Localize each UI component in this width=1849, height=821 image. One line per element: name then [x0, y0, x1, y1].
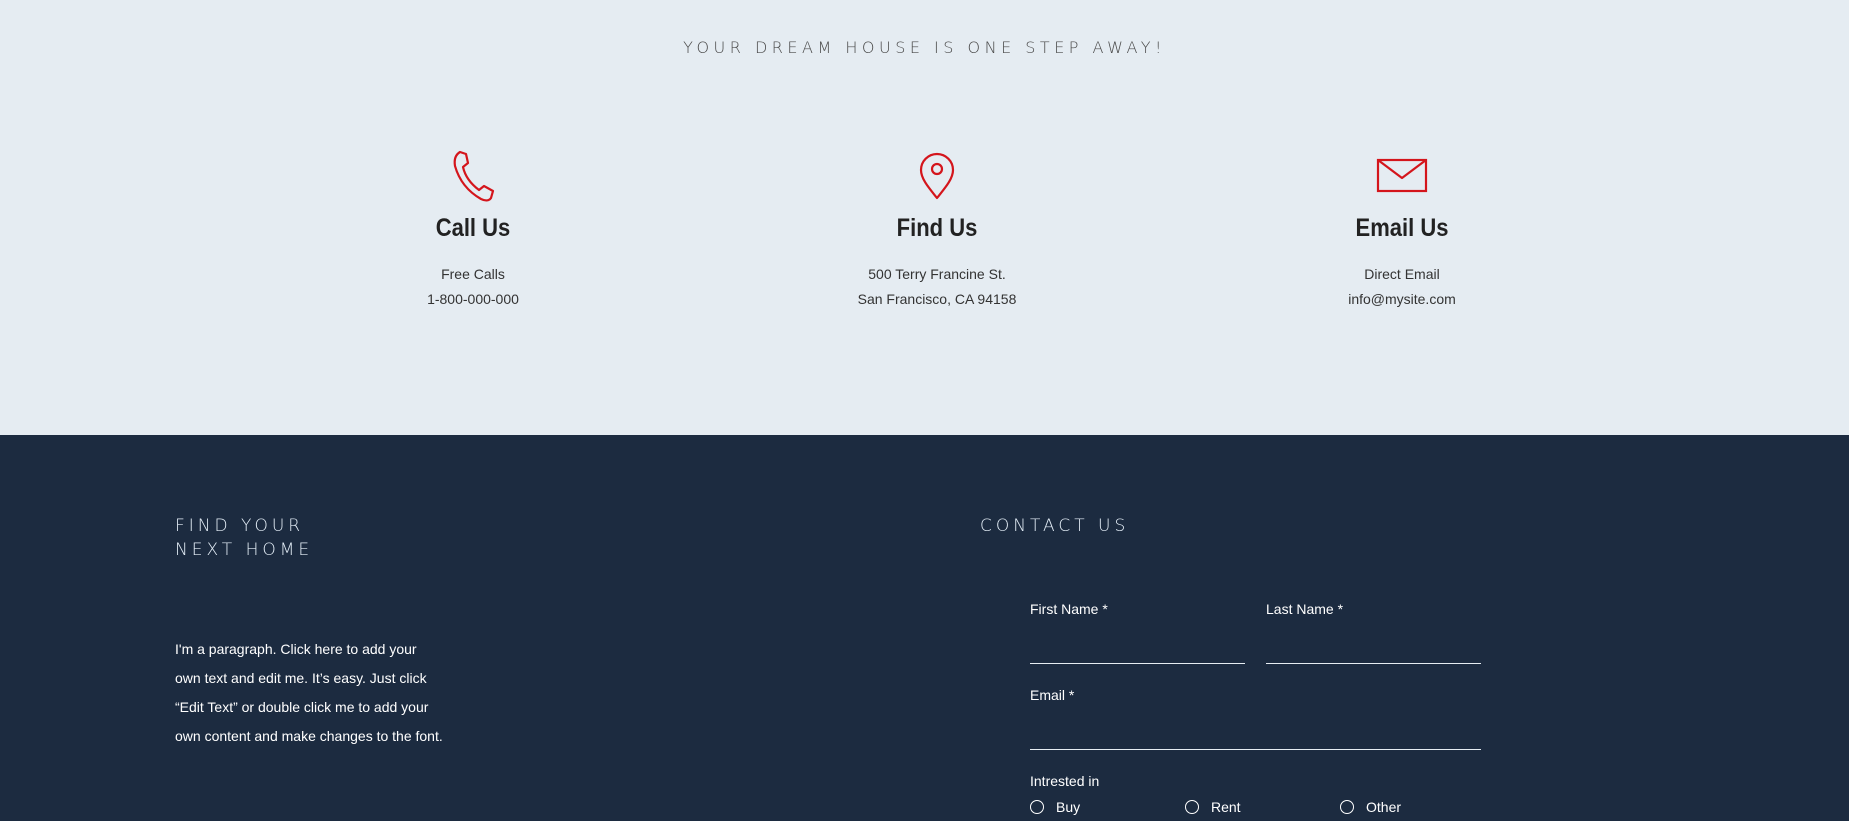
- footer: FIND YOUR NEXT HOME I'm a paragraph. Cli…: [0, 435, 1849, 821]
- last-name-label: Last Name *: [1266, 601, 1344, 617]
- radio-buy-circle[interactable]: [1030, 800, 1044, 814]
- find-us-title: Find Us: [896, 214, 978, 242]
- radio-other-circle[interactable]: [1340, 800, 1354, 814]
- call-us-title: Call Us: [435, 214, 511, 242]
- phone-number[interactable]: 1-800-000-000: [323, 291, 623, 307]
- interested-in-label: Intrested in: [1030, 773, 1100, 789]
- radio-other[interactable]: Other: [1340, 799, 1401, 815]
- radio-rent-circle[interactable]: [1185, 800, 1199, 814]
- radio-buy[interactable]: Buy: [1030, 799, 1080, 815]
- phone-icon: [323, 148, 623, 204]
- call-us-card: Call Us Free Calls 1-800-000-000: [323, 148, 623, 307]
- map-pin-icon: [787, 148, 1087, 204]
- tagline: YOUR DREAM HOUSE IS ONE STEP AWAY!: [683, 38, 1166, 57]
- find-home-title: FIND YOUR NEXT HOME: [175, 514, 313, 562]
- radio-rent-label: Rent: [1211, 799, 1241, 815]
- find-us-card: Find Us 500 Terry Francine St. San Franc…: [787, 148, 1087, 307]
- last-name-field[interactable]: [1266, 663, 1481, 664]
- contact-us-title: CONTACT US: [980, 516, 1130, 536]
- email-us-title: Email Us: [1355, 214, 1449, 242]
- footer-paragraph: I'm a paragraph. Click here to add your …: [175, 641, 443, 744]
- find-home-title-line-1: FIND YOUR: [175, 516, 305, 536]
- email-subtitle: Direct Email: [1364, 266, 1440, 282]
- address-line-1: 500 Terry Francine St.: [868, 266, 1006, 282]
- find-home-title-line-2: NEXT HOME: [175, 540, 314, 560]
- email-us-card: Email Us Direct Email info@mysite.com: [1252, 148, 1552, 307]
- call-us-subtitle: Free Calls: [441, 266, 505, 282]
- radio-buy-label: Buy: [1056, 799, 1081, 815]
- email-label: Email *: [1030, 687, 1075, 703]
- envelope-icon: [1252, 148, 1552, 204]
- contact-info-section: YOUR DREAM HOUSE IS ONE STEP AWAY! Call …: [0, 0, 1849, 435]
- radio-rent[interactable]: Rent: [1185, 799, 1241, 815]
- first-name-label: First Name *: [1030, 601, 1108, 617]
- email-field[interactable]: [1030, 749, 1481, 750]
- address-line-2: San Francisco, CA 94158: [857, 291, 1017, 307]
- email-address[interactable]: info@mysite.com: [1252, 291, 1552, 307]
- first-name-field[interactable]: [1030, 663, 1245, 664]
- radio-other-label: Other: [1366, 799, 1402, 815]
